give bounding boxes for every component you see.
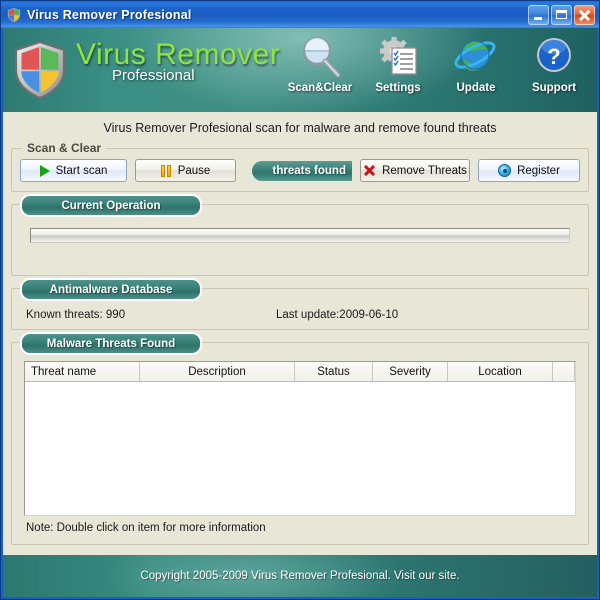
client-area: Virus Remover Professional Scan&Clear Se… xyxy=(3,28,597,597)
antimalware-database-title: Antimalware Database xyxy=(20,278,202,301)
svg-text:?: ? xyxy=(547,44,560,69)
minimize-button[interactable] xyxy=(528,4,549,25)
maximize-button[interactable] xyxy=(551,4,572,25)
toolbar-label-support: Support xyxy=(531,82,577,94)
malware-threats-title: Malware Threats Found xyxy=(20,332,202,355)
footer-copyright[interactable]: Copyright 2005-2009 Virus Remover Profes… xyxy=(140,570,459,582)
column-header-severity[interactable]: Severity xyxy=(373,362,448,381)
threats-note: Note: Double click on item for more info… xyxy=(26,522,266,534)
scan-clear-group-title: Scan & Clear xyxy=(22,142,107,155)
window-title: Virus Remover Profesional xyxy=(27,7,192,22)
register-label: Register xyxy=(517,164,560,177)
column-header-threat-name[interactable]: Threat name xyxy=(25,362,140,381)
play-icon xyxy=(39,164,50,177)
close-button[interactable] xyxy=(574,4,595,25)
threats-table-body[interactable] xyxy=(25,382,575,515)
toolbar-item-support[interactable]: ? Support xyxy=(515,34,593,94)
toolbar-label-update: Update xyxy=(456,82,496,94)
toolbar-item-scan-clear[interactable]: Scan&Clear xyxy=(281,34,359,94)
toolbar-label-settings: Settings xyxy=(375,82,421,94)
current-operation-group: Current Operation xyxy=(11,194,589,276)
pause-button[interactable]: Pause xyxy=(135,159,236,182)
column-header-status[interactable]: Status xyxy=(295,362,373,381)
brand-text: Virus Remover Professional xyxy=(76,38,281,84)
footer-bar: Copyright 2005-2009 Virus Remover Profes… xyxy=(3,555,597,597)
shield-icon xyxy=(6,7,22,23)
brand-block: Virus Remover Professional xyxy=(3,28,280,100)
toolbar-label-scan-clear: Scan&Clear xyxy=(287,82,353,94)
magnifier-icon xyxy=(297,34,343,80)
database-info-row: Known threats: 990 Last update:2009-06-1… xyxy=(20,303,580,321)
threats-found-badge: threats found xyxy=(252,160,352,181)
scan-clear-group: Scan & Clear Start scan Pause threats fo… xyxy=(11,142,589,192)
page-subtitle: Virus Remover Profesional scan for malwa… xyxy=(3,112,597,142)
toolbar-item-settings[interactable]: Settings xyxy=(359,34,437,94)
application-window: Virus Remover Profesional Virus Remover … xyxy=(0,0,600,600)
malware-threats-group: Malware Threats Found Threat name Descri… xyxy=(11,332,589,545)
pause-icon xyxy=(160,164,172,177)
remove-threats-label: Remove Threats xyxy=(382,164,467,177)
window-controls xyxy=(528,4,597,25)
question-mark-icon: ? xyxy=(531,34,577,80)
column-header-description[interactable]: Description xyxy=(140,362,295,381)
shield-logo-icon xyxy=(12,40,68,100)
start-scan-button[interactable]: Start scan xyxy=(20,159,127,182)
start-scan-label: Start scan xyxy=(55,164,108,177)
column-header-extra[interactable] xyxy=(553,362,575,381)
register-button[interactable]: Register xyxy=(478,159,580,182)
header-banner: Virus Remover Professional Scan&Clear Se… xyxy=(3,28,597,112)
title-bar: Virus Remover Profesional xyxy=(1,1,599,28)
threats-table[interactable]: Threat name Description Status Severity … xyxy=(24,361,576,516)
remove-threats-button[interactable]: Remove Threats xyxy=(360,159,470,182)
brand-title: Virus Remover xyxy=(76,38,281,71)
register-icon xyxy=(498,164,512,177)
last-update-value: Last update:2009-06-10 xyxy=(276,309,399,321)
toolbar-item-update[interactable]: Update xyxy=(437,34,515,94)
gear-checklist-icon xyxy=(375,34,421,80)
pause-label: Pause xyxy=(177,164,211,177)
threats-table-header: Threat name Description Status Severity … xyxy=(25,362,575,382)
known-threats-value: Known threats: 990 xyxy=(26,309,126,321)
globe-orbit-icon xyxy=(453,34,499,80)
antimalware-database-group: Antimalware Database Known threats: 990 … xyxy=(11,278,589,330)
current-operation-title: Current Operation xyxy=(20,194,202,217)
toolbar: Scan&Clear Settings Update ? Support xyxy=(281,28,597,94)
column-header-location[interactable]: Location xyxy=(448,362,553,381)
threats-found-label: threats found xyxy=(272,164,346,177)
main-body: Scan & Clear Start scan Pause threats fo… xyxy=(3,142,597,555)
scan-actions-row: Start scan Pause threats found Remove Th… xyxy=(20,159,580,182)
red-x-icon xyxy=(363,164,376,177)
scan-progress-bar xyxy=(30,228,570,243)
